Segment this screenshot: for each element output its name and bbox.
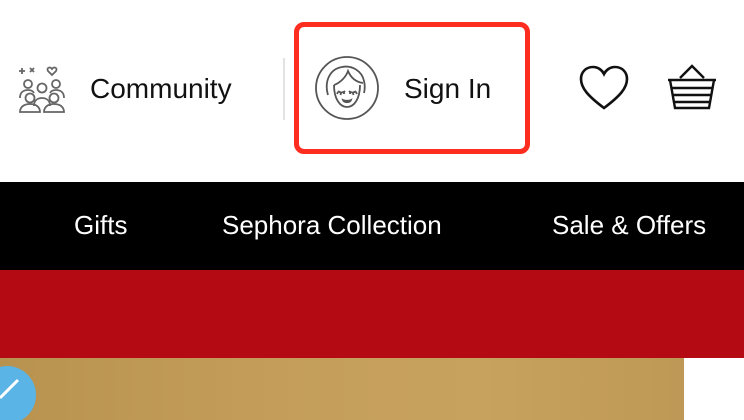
avatar-face-icon (315, 56, 379, 120)
nav-item-sale-offers[interactable]: Sale & Offers (552, 208, 706, 242)
header-divider (283, 58, 285, 120)
hero-banner-image[interactable] (0, 358, 684, 420)
community-link[interactable]: Community (0, 48, 270, 130)
community-label: Community (90, 73, 232, 104)
sign-in-label: Sign In (404, 73, 492, 104)
sign-in-button[interactable]: Sign In (304, 48, 514, 130)
basket-icon[interactable] (666, 62, 718, 112)
heart-icon[interactable] (578, 64, 630, 112)
checkmark-icon (0, 378, 20, 400)
community-icon (19, 66, 65, 113)
hero-side-gap (684, 358, 744, 420)
nav-item-gifts[interactable]: Gifts (74, 208, 127, 242)
site-header: Community Sign In (0, 0, 744, 182)
promo-banner[interactable] (0, 270, 744, 358)
nav-item-sephora-collection[interactable]: Sephora Collection (222, 208, 442, 242)
category-nav: Gifts Sephora Collection Sale & Offers (0, 182, 744, 270)
